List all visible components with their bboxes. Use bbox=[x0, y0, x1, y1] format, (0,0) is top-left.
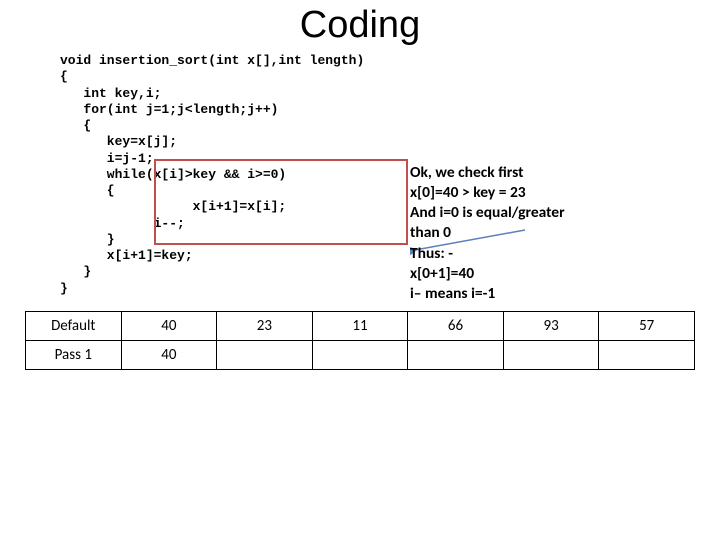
code-block: void insertion_sort(int x[],int length) … bbox=[60, 53, 440, 297]
table-cell: 57 bbox=[599, 311, 695, 340]
table-cell bbox=[408, 340, 504, 369]
data-table: Default 40 23 11 66 93 57 Pass 1 40 bbox=[25, 311, 695, 370]
annot-line: than 0 bbox=[410, 223, 640, 243]
annot-line: x[0]=40 > key = 23 bbox=[410, 183, 640, 203]
annot-line: Ok, we check first bbox=[410, 163, 640, 183]
table-cell bbox=[599, 340, 695, 369]
content-area: void insertion_sort(int x[],int length) … bbox=[60, 53, 660, 297]
table-cell: 66 bbox=[408, 311, 504, 340]
annot-line: x[0+1]=40 bbox=[410, 264, 640, 284]
table-cell: 93 bbox=[503, 311, 599, 340]
table-cell bbox=[312, 340, 408, 369]
table-cell: 40 bbox=[121, 311, 217, 340]
annotation-text: Ok, we check first x[0]=40 > key = 23 An… bbox=[410, 163, 640, 304]
code-block-wrap: void insertion_sort(int x[],int length) … bbox=[60, 53, 440, 297]
table-cell: 11 bbox=[312, 311, 408, 340]
table-cell bbox=[503, 340, 599, 369]
table-row: Default 40 23 11 66 93 57 bbox=[26, 311, 695, 340]
table-row: Pass 1 40 bbox=[26, 340, 695, 369]
slide-title: Coding bbox=[0, 4, 720, 47]
row-label: Default bbox=[26, 311, 122, 340]
annot-line: Thus: - bbox=[410, 244, 640, 264]
annot-line: i– means i=-1 bbox=[410, 284, 640, 304]
annot-line: And i=0 is equal/greater bbox=[410, 203, 640, 223]
row-label: Pass 1 bbox=[26, 340, 122, 369]
table-cell: 23 bbox=[217, 311, 313, 340]
table-cell bbox=[217, 340, 313, 369]
table-cell: 40 bbox=[121, 340, 217, 369]
